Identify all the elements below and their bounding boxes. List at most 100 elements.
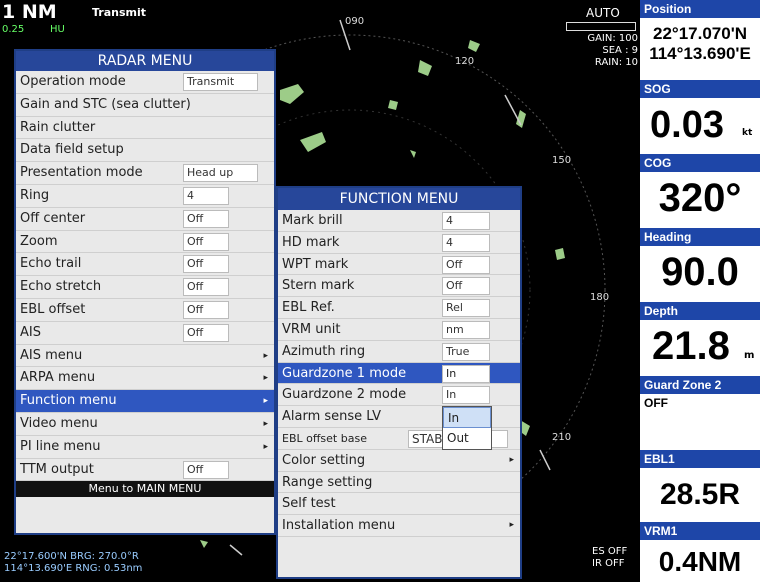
menu-item-mark-brill[interactable]: Mark brill 4 — [278, 210, 520, 232]
menu-item-value[interactable]: Off — [183, 278, 229, 297]
cursor-lat: 22°17.600'N BRG: 270.0°R — [4, 551, 139, 562]
menu-item-label: Installation menu — [282, 518, 396, 534]
menu-item-ttm-output[interactable]: TTM output Off — [16, 459, 274, 482]
menu-item-self-test[interactable]: Self test — [278, 493, 520, 516]
cursor-lon: 114°13.690'E RNG: 0.53nm — [4, 563, 143, 574]
menu-item-label: Alarm sense LV — [282, 409, 382, 425]
range-readout[interactable]: 1 NM — [2, 1, 57, 23]
menu-item-hd-mark[interactable]: HD mark 4 — [278, 232, 520, 254]
cog-value: 320° — [658, 176, 742, 220]
menu-item-label: EBL offset — [20, 301, 86, 317]
cog-title: COG — [640, 154, 760, 172]
position-lon: 114°13.690'E — [649, 44, 751, 63]
data-panel: Position 22°17.070'N 114°13.690'E SOG 0.… — [640, 0, 760, 582]
radar-menu-title: RADAR MENU — [16, 51, 274, 71]
menu-item-presentation-mode[interactable]: Presentation mode Head up — [16, 162, 274, 185]
transmit-status: Transmit — [92, 6, 147, 19]
menu-to-main-button[interactable]: Menu to MAIN MENU — [16, 481, 274, 498]
function-menu: FUNCTION MENU Mark brill 4 HD mark 4 WPT mar… — [276, 186, 522, 579]
cog-box: 320° — [640, 172, 760, 228]
menu-item-value[interactable]: Off — [183, 460, 229, 479]
menu-item-function-menu[interactable]: Function menu ▸ — [16, 390, 274, 413]
chevron-right-icon: ▸ — [263, 396, 268, 407]
menu-item-stern-mark[interactable]: Stern mark Off — [278, 275, 520, 298]
bearing-label: 120 — [455, 56, 475, 67]
menu-item-value[interactable]: nm — [442, 320, 490, 339]
sog-title: SOG — [640, 80, 760, 98]
gain-value: GAIN: 100 — [587, 33, 638, 44]
menu-item-ebl-ref[interactable]: EBL Ref. Rel — [278, 297, 520, 319]
menu-item-gain-and-stc-sea-clutter[interactable]: Gain and STC (sea clutter) — [16, 94, 274, 117]
depth-value: 21.8 — [652, 324, 730, 368]
menu-item-range-setting[interactable]: Range setting — [278, 472, 520, 494]
menu-item-arpa-menu[interactable]: ARPA menu ▸ — [16, 367, 274, 391]
heading-box: 90.0 — [640, 246, 760, 302]
menu-item-wpt-mark[interactable]: WPT mark Off — [278, 254, 520, 276]
menu-item-value[interactable]: Off — [442, 277, 490, 296]
menu-item-video-menu[interactable]: Video menu ▸ — [16, 413, 274, 436]
menu-item-value[interactable]: Off — [183, 232, 229, 251]
menu-item-label: Stern mark — [282, 278, 355, 294]
menu-item-ais-menu[interactable]: AIS menu ▸ — [16, 345, 274, 368]
menu-item-guardzone-1-mode[interactable]: Guardzone 1 mode In — [278, 362, 520, 385]
chevron-right-icon: ▸ — [263, 373, 268, 384]
menu-item-operation-mode[interactable]: Operation mode Transmit — [16, 71, 274, 94]
menu-item-ring[interactable]: Ring 4 — [16, 185, 274, 208]
menu-item-value[interactable]: True — [442, 342, 490, 361]
position-lat: 22°17.070'N — [652, 24, 748, 43]
menu-item-value[interactable]: Head up — [183, 164, 258, 183]
menu-item-off-center[interactable]: Off center Off — [16, 208, 274, 231]
menu-item-value[interactable]: Rel — [442, 299, 490, 318]
sog-box: 0.03 kt — [640, 98, 760, 154]
menu-item-guardzone-2-mode[interactable]: Guardzone 2 mode In — [278, 384, 520, 407]
menu-item-value[interactable]: 4 — [442, 233, 490, 252]
menu-item-label: Function menu — [20, 393, 117, 409]
position-title: Position — [640, 0, 760, 18]
menu-item-ais[interactable]: AIS Off — [16, 322, 274, 345]
menu-item-label: Zoom — [20, 233, 58, 249]
menu-item-vrm-unit[interactable]: VRM unit nm — [278, 319, 520, 341]
menu-item-label: Off center — [20, 210, 86, 226]
menu-item-label: AIS menu — [20, 347, 83, 363]
radar-menu: RADAR MENU Operation mode Transmit Gain an… — [14, 49, 276, 535]
menu-item-rain-clutter[interactable]: Rain clutter — [16, 117, 274, 140]
menu-item-value[interactable]: Off — [183, 209, 229, 228]
es-ir-status: ES OFF IR OFF — [592, 546, 627, 570]
menu-item-value[interactable]: 4 — [183, 186, 229, 205]
dropdown-option-out[interactable]: Out — [443, 428, 491, 449]
menu-item-value[interactable]: Off — [183, 323, 229, 342]
menu-item-value[interactable]: Off — [183, 300, 229, 319]
menu-item-value[interactable]: Transmit — [183, 73, 258, 91]
menu-item-label: Guardzone 2 mode — [282, 387, 407, 403]
menu-item-ebl-offset[interactable]: EBL offset Off — [16, 299, 274, 322]
menu-item-color-setting[interactable]: Color setting ▸ — [278, 450, 520, 472]
menu-item-pi-line-menu[interactable]: PI line menu ▸ — [16, 436, 274, 459]
guard-zone-title: Guard Zone 2 — [640, 376, 760, 394]
menu-item-azimuth-ring[interactable]: Azimuth ring True — [278, 341, 520, 363]
auto-mode[interactable]: AUTO — [586, 6, 620, 20]
menu-item-label: Self test — [282, 496, 336, 512]
ir-status: IR OFF — [592, 558, 625, 569]
menu-item-label: HD mark — [282, 234, 340, 250]
menu-item-value[interactable]: In — [442, 364, 490, 383]
menu-item-value[interactable]: In — [442, 386, 490, 405]
heading-title: Heading — [640, 228, 760, 246]
menu-item-label: Azimuth ring — [282, 343, 366, 359]
menu-item-label: EBL Ref. — [282, 300, 335, 316]
rain-value: RAIN: 10 — [594, 57, 638, 68]
menu-item-data-field-setup[interactable]: Data field setup — [16, 139, 274, 163]
menu-item-zoom[interactable]: Zoom Off — [16, 231, 274, 254]
dropdown-option-in[interactable]: In — [443, 407, 491, 428]
menu-item-echo-trail[interactable]: Echo trail Off — [16, 253, 274, 277]
vrm-value: 0.4NM — [658, 546, 742, 577]
guardzone-dropdown[interactable]: In Out — [442, 406, 492, 450]
guard-zone-value: OFF — [644, 396, 668, 410]
sog-unit: kt — [742, 128, 753, 138]
menu-item-value[interactable]: Off — [183, 255, 229, 274]
menu-item-installation-menu[interactable]: Installation menu ▸ — [278, 515, 520, 537]
chevron-right-icon: ▸ — [263, 350, 268, 361]
menu-item-value[interactable]: 4 — [442, 212, 490, 230]
menu-item-echo-stretch[interactable]: Echo stretch Off — [16, 276, 274, 299]
ebl-title: EBL1 — [640, 450, 760, 468]
menu-item-value[interactable]: Off — [442, 255, 490, 274]
